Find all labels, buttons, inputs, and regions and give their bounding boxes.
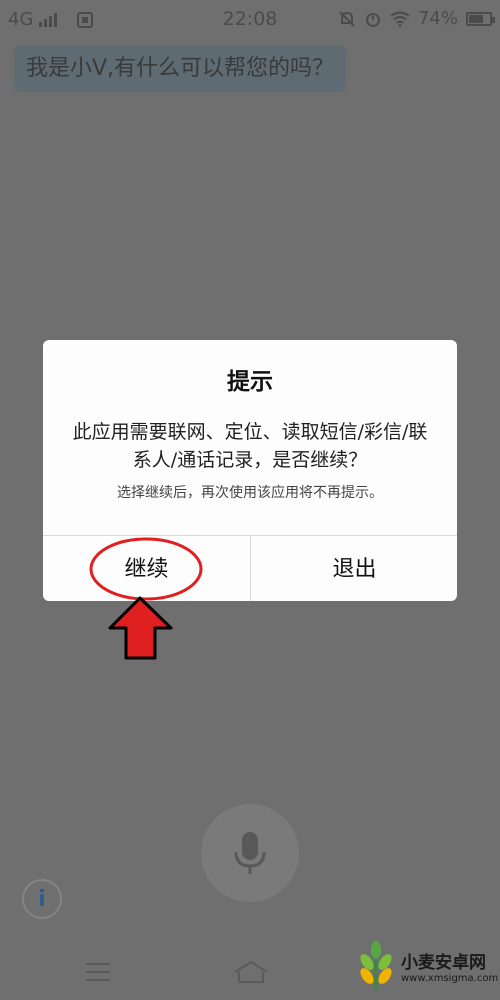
continue-button[interactable]: 继续: [43, 536, 250, 601]
alarm-icon: [365, 12, 380, 27]
watermark-url: www.xmsigma.com: [401, 973, 499, 984]
microphone-button[interactable]: [201, 804, 299, 902]
home-icon[interactable]: [233, 960, 269, 984]
permission-dialog: 提示 此应用需要联网、定位、读取短信/彩信/联系人/通话记录，是否继续？ 选择继…: [43, 340, 457, 601]
microphone-icon: [234, 832, 266, 874]
battery-percent: 74%: [417, 8, 458, 29]
greeting-bubble: 我是小V,有什么可以帮您的吗？: [14, 46, 347, 92]
red-arrow-icon: [108, 596, 173, 660]
wifi-icon: [390, 11, 410, 27]
exit-button[interactable]: 退出: [251, 536, 457, 601]
battery-fill: [469, 14, 484, 23]
status-right: 74%: [338, 8, 495, 29]
watermark: 小麦安卓网 www.xmsigma.com: [355, 932, 500, 1000]
status-bar: 4G 22:08 74%: [0, 0, 500, 36]
watermark-name: 小麦安卓网: [401, 953, 486, 973]
info-icon: i: [38, 886, 46, 912]
dialog-note: 选择继续后，再次使用该应用将不再提示。: [117, 485, 383, 501]
battery-icon: [466, 11, 495, 26]
mute-icon: [339, 10, 355, 27]
dialog-message: 此应用需要联网、定位、读取短信/彩信/联系人/通话记录，是否继续？: [72, 421, 428, 471]
menu-icon[interactable]: [86, 963, 110, 981]
dialog-title: 提示: [227, 369, 273, 395]
watermark-logo-icon: [360, 941, 392, 990]
info-button[interactable]: i: [22, 879, 62, 919]
